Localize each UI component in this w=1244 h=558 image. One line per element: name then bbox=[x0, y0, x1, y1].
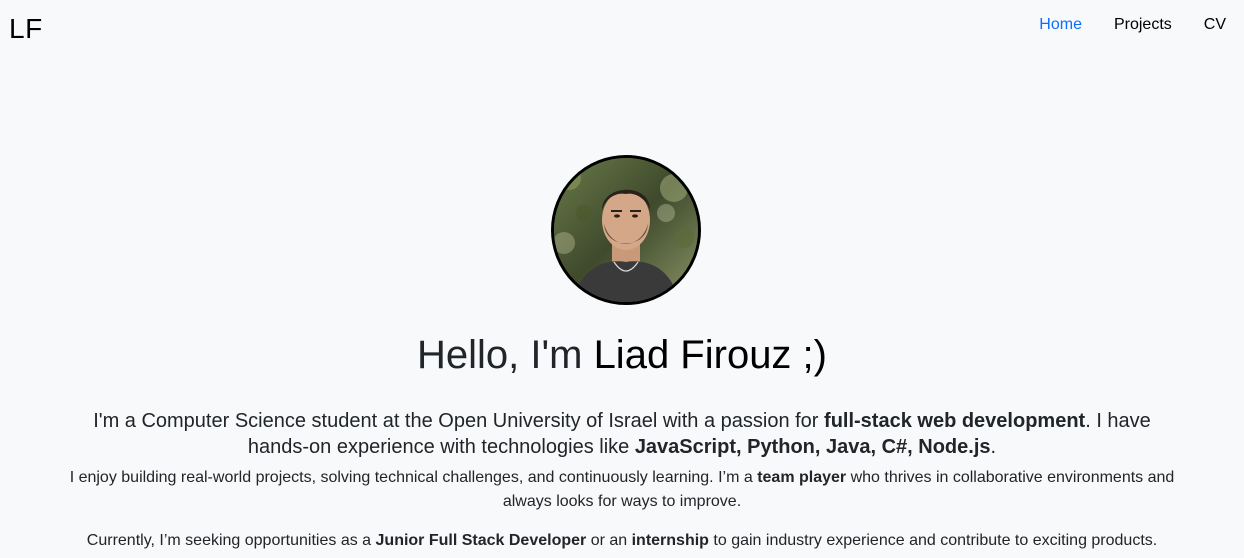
intro-paragraph-1: I enjoy building real-world projects, so… bbox=[60, 466, 1184, 514]
nav-link-cv[interactable]: CV bbox=[1204, 15, 1226, 35]
avatar-photo bbox=[554, 158, 698, 302]
p2-highlight-1: Junior Full Stack Developer bbox=[375, 532, 587, 549]
greeting-text: Hello, I'm bbox=[417, 333, 594, 377]
hero-name: Liad Firouz ;) bbox=[593, 333, 827, 377]
p2-text-1: Currently, I’m seeking opportunities as … bbox=[86, 532, 376, 549]
p2-highlight-2: internship bbox=[631, 532, 709, 549]
lead-highlight-1: full-stack web development bbox=[824, 410, 1086, 432]
nav-link-projects[interactable]: Projects bbox=[1114, 15, 1172, 35]
brand-logo[interactable]: LF bbox=[9, 12, 43, 46]
p1-text-1: I enjoy building real-world projects, so… bbox=[69, 469, 758, 486]
nav-links: Home Projects CV bbox=[1007, 15, 1226, 35]
navbar: LF Home Projects CV bbox=[0, 0, 1244, 52]
p1-highlight: team player bbox=[757, 469, 847, 486]
intro-paragraph-2: Currently, I’m seeking opportunities as … bbox=[40, 529, 1204, 553]
lead-text-3: . bbox=[990, 436, 997, 458]
p2-text-2: or an bbox=[586, 532, 632, 549]
page-title: Hello, I'm Liad Firouz ;) bbox=[0, 332, 1244, 378]
lead-highlight-2: JavaScript, Python, Java, C#, Node.js bbox=[634, 436, 991, 458]
avatar bbox=[551, 155, 701, 305]
lead-text-1: I'm a Computer Science student at the Op… bbox=[93, 410, 825, 432]
intro-lead: I'm a Computer Science student at the Op… bbox=[60, 408, 1184, 460]
p2-text-3: to gain industry experience and contribu… bbox=[708, 532, 1158, 549]
nav-link-home[interactable]: Home bbox=[1039, 15, 1082, 35]
